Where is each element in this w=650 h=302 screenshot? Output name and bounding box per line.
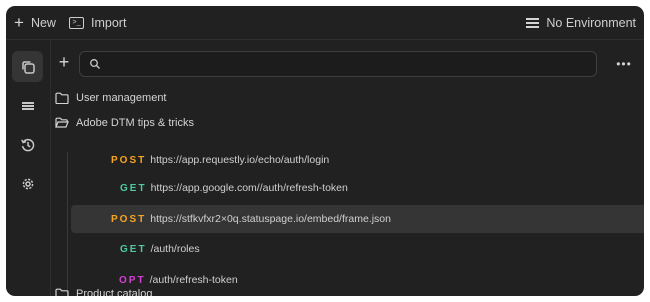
import-button[interactable]: >_ Import [69,6,126,39]
folder-open-icon [55,117,69,128]
folder-name: User management [76,92,167,104]
environment-icon [526,17,540,28]
sidebar [6,40,51,296]
tree-guide-line [67,152,68,296]
request-row-selected[interactable]: POST https://stfkvfxr2×0q.statuspage.io/… [71,205,644,233]
plus-icon: + [14,13,24,32]
folder-icon [55,92,69,104]
collections-icon [21,60,35,74]
terminal-icon: >_ [69,16,84,29]
import-label: Import [91,15,127,30]
method-badge: POST [111,154,147,166]
folder-icon [55,288,69,296]
method-badge: GET [120,243,147,255]
request-url: /auth/roles [150,243,200,255]
sidebar-item-list[interactable] [12,90,43,121]
environment-selector[interactable]: No Environment [526,6,636,39]
folder-adobe-dtm[interactable]: Adobe DTM tips & tricks [55,113,194,133]
request-url: https://stfkvfxr2×0q.statuspage.io/embed… [150,213,391,225]
folder-user-management[interactable]: User management [55,88,167,108]
method-badge: POST [111,213,147,225]
top-bar: + New >_ Import No Environment [6,6,644,40]
settings-icon [22,178,33,189]
new-label: New [30,15,56,30]
request-url: /auth/refresh-token [149,274,238,286]
add-collection-button[interactable]: + [54,52,74,72]
plus-icon: + [58,51,70,72]
app-window: + New >_ Import No Environment + ••• Use… [6,6,644,296]
request-url: https://app.requestly.io/echo/auth/login [150,154,330,166]
request-row[interactable]: GET https://app.google.com//auth/refresh… [120,178,348,198]
more-icon: ••• [616,57,632,71]
more-options-button[interactable]: ••• [611,55,637,73]
folder-name: Adobe DTM tips & tricks [76,117,194,129]
list-icon [21,101,34,110]
folder-name: Product catalog [76,288,153,296]
new-button[interactable]: + New [14,6,56,39]
environment-label: No Environment [546,15,636,30]
method-badge: GET [120,182,147,194]
sidebar-item-settings[interactable] [12,168,43,199]
search-input[interactable] [108,52,592,78]
history-icon [20,138,34,151]
request-row[interactable]: GET /auth/roles [120,239,200,259]
sidebar-item-history[interactable] [12,129,43,160]
search-box[interactable] [79,51,597,78]
collections-panel: + ••• User management Adobe DTM tips & t… [51,40,644,296]
search-icon [90,59,100,69]
request-url: https://app.google.com//auth/refresh-tok… [150,182,348,194]
folder-product-catalog[interactable]: Product catalog [55,284,152,296]
sidebar-item-collections[interactable] [12,51,43,82]
request-row[interactable]: POST https://app.requestly.io/echo/auth/… [111,150,329,170]
